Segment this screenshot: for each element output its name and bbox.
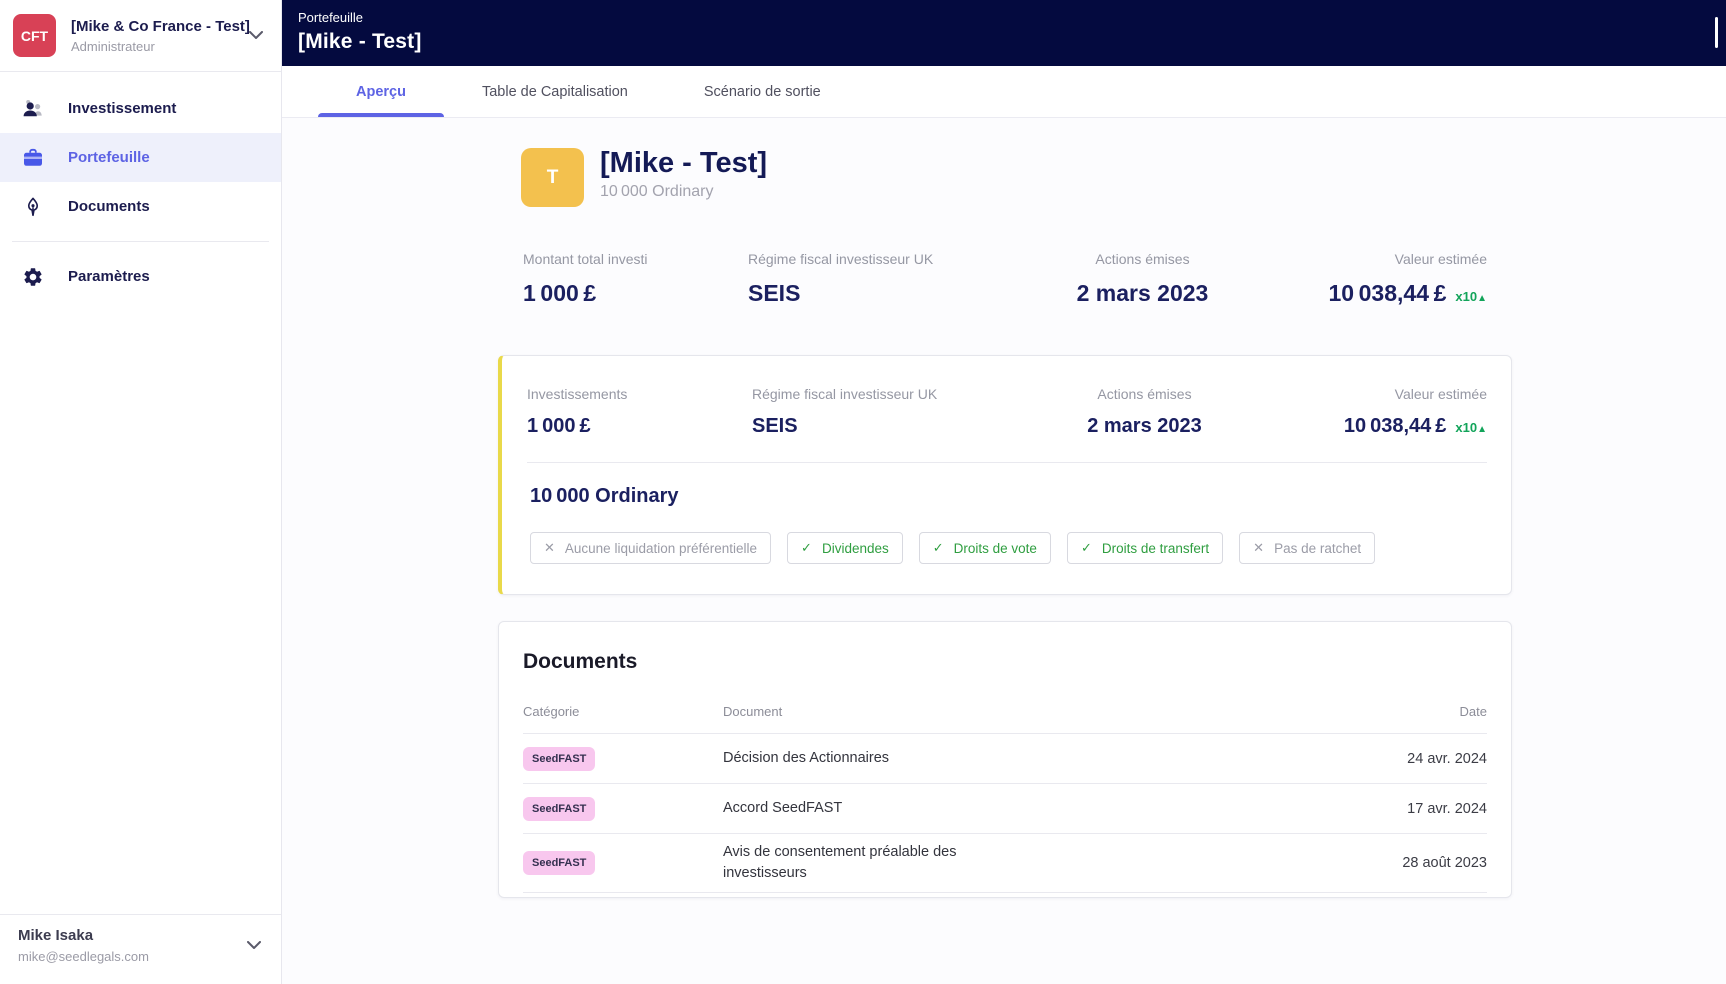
divider [12, 241, 269, 242]
stat-regime-fiscal: Régime fiscal investisseur UK SEIS [748, 251, 934, 306]
briefcase-icon [21, 146, 45, 170]
stat-valeur-estimee: Valeur estimée 10 038,44 £ x10▲ [1328, 251, 1487, 306]
divider [527, 462, 1487, 463]
sidebar-item-label: Investissement [68, 100, 177, 117]
chevron-down-icon[interactable] [245, 27, 267, 44]
overview-stats: Montant total investi 1 000 £ Régime fis… [498, 251, 1512, 307]
tag-label: Aucune liquidation préférentielle [564, 540, 758, 556]
check-icon: ✓ [932, 540, 944, 555]
stat-value: 10 038,44 £ [1343, 415, 1447, 437]
company-logo: CFT [13, 14, 56, 57]
gear-icon [21, 266, 45, 288]
tag-droits-de-vote: ✓ Droits de vote [918, 532, 1051, 564]
company-meta: [Mike & Co France - Test] Administrateur [71, 17, 250, 54]
tag-droits-de-transfert: ✓ Droits de transfert [1066, 532, 1224, 564]
table-row[interactable]: SeedFAST Accord SeedFAST 17 avr. 2024 [523, 784, 1487, 834]
avatar: T [521, 148, 584, 207]
tag-aucune-liquidation-preferentielle: ✕ Aucune liquidation préférentielle [530, 532, 772, 564]
cross-icon: ✕ [544, 540, 555, 555]
content: T [Mike - Test] 10 000 Ordinary Montant … [282, 118, 1726, 984]
category-badge: SeedFAST [523, 746, 596, 771]
share-class-card: Investissements 1 000 £ Régime fiscal in… [498, 355, 1512, 595]
tab-bar: Aperçu Table de Capitalisation Scénario … [282, 66, 1726, 118]
stat-actions-emises: Actions émises 2 mars 2023 [1087, 386, 1202, 437]
documents-card: Documents Catégorie Document Date SeedFA… [498, 621, 1512, 899]
share-class-title: 10 000 Ordinary [530, 485, 679, 507]
column-header-categorie: Catégorie [523, 704, 580, 719]
tab-table-de-capitalisation[interactable]: Table de Capitalisation [444, 66, 666, 117]
stat-investissements: Investissements 1 000 £ [527, 386, 628, 437]
share-card-stats: Investissements 1 000 £ Régime fiscal in… [527, 386, 1487, 438]
sidebar-nav: Investissement Portefeuille Documents Pa… [0, 72, 281, 301]
cross-icon: ✕ [1253, 540, 1265, 555]
sidebar-item-documents[interactable]: Documents [0, 182, 281, 231]
multiple-badge: x10▲ [1455, 420, 1487, 435]
documents-table-header: Catégorie Document Date [523, 704, 1487, 734]
app-root: CFT [Mike & Co France - Test] Administra… [0, 0, 1726, 984]
share-rights-tags: ✕ Aucune liquidation préférentielle ✓ Di… [530, 532, 1487, 564]
up-arrow-icon: ▲ [1477, 293, 1487, 304]
main-area: Portefeuille [Mike - Test] Aperçu Table … [282, 0, 1726, 984]
sidebar-item-parametres[interactable]: Paramètres [0, 252, 281, 301]
tab-scenario-de-sortie[interactable]: Scénario de sortie [666, 66, 859, 117]
tab-apercu[interactable]: Aperçu [318, 66, 444, 117]
column-header-document: Document [723, 704, 783, 719]
company-name: [Mike & Co France - Test] [71, 17, 250, 35]
check-icon: ✓ [1080, 540, 1092, 555]
multiple-badge: x10▲ [1455, 289, 1487, 304]
tag-label: Droits de vote [953, 540, 1037, 556]
category-badge: SeedFAST [523, 851, 596, 876]
tag-label: Droits de transfert [1101, 540, 1210, 556]
user-email: mike@seedlegals.com [18, 949, 149, 964]
stat-regime-fiscal: Régime fiscal investisseur UK SEIS [752, 386, 938, 437]
stat-montant-total-investi: Montant total investi 1 000 £ [523, 251, 648, 306]
breadcrumb: Portefeuille [298, 10, 364, 25]
tag-dividendes: ✓ Dividendes [787, 532, 903, 564]
table-row[interactable]: SeedFAST Avis de consentement préalable … [523, 834, 1487, 894]
document-name: Avis de consentement préalable des inves… [723, 844, 957, 882]
pen-nib-icon [21, 195, 45, 219]
stat-valeur-estimee: Valeur estimée 10 038,44 £ x10▲ [1343, 386, 1487, 437]
documents-title: Documents [523, 650, 638, 673]
tag-label: Dividendes [821, 540, 889, 556]
sidebar-item-label: Portefeuille [68, 149, 150, 166]
table-row[interactable]: SeedFAST Décision des Actionnaires 24 av… [523, 734, 1487, 784]
tag-pas-de-ratchet: ✕ Pas de ratchet [1239, 532, 1376, 564]
company-role: Administrateur [71, 38, 155, 54]
entity-header: T [Mike - Test] 10 000 Ordinary [521, 147, 1512, 207]
document-date: 28 août 2023 [1402, 855, 1487, 872]
company-selector[interactable]: CFT [Mike & Co France - Test] Administra… [0, 0, 281, 71]
user-menu[interactable]: Mike Isaka mike@seedlegals.com [0, 914, 281, 984]
people-icon [21, 97, 45, 121]
entity-subtitle: 10 000 Ordinary [600, 182, 714, 200]
scrollbar-thumb[interactable] [1715, 17, 1718, 48]
tag-label: Pas de ratchet [1274, 540, 1362, 556]
sidebar-item-investissement[interactable]: Investissement [0, 84, 281, 133]
sidebar-item-label: Documents [68, 198, 150, 215]
entity-title: [Mike - Test] [600, 147, 768, 179]
chevron-down-icon[interactable] [243, 937, 265, 954]
stat-value: 10 038,44 £ [1328, 280, 1447, 306]
column-header-date: Date [1459, 704, 1487, 719]
up-arrow-icon: ▲ [1477, 424, 1487, 435]
page-title: [Mike - Test] [298, 30, 422, 53]
document-date: 24 avr. 2024 [1407, 750, 1487, 767]
user-meta: Mike Isaka mike@seedlegals.com [18, 927, 149, 964]
category-badge: SeedFAST [523, 796, 596, 821]
sidebar-item-label: Paramètres [68, 268, 150, 285]
check-icon: ✓ [801, 540, 812, 555]
document-name: Décision des Actionnaires [723, 749, 890, 766]
stat-actions-emises: Actions émises 2 mars 2023 [1076, 251, 1209, 306]
document-date: 17 avr. 2024 [1407, 800, 1487, 817]
sidebar: CFT [Mike & Co France - Test] Administra… [0, 0, 282, 984]
entity-titles: [Mike - Test] 10 000 Ordinary [600, 147, 768, 201]
page-header: Portefeuille [Mike - Test] [282, 0, 1726, 66]
sidebar-item-portefeuille[interactable]: Portefeuille [0, 133, 281, 182]
document-name: Accord SeedFAST [723, 799, 843, 816]
user-name: Mike Isaka [18, 927, 94, 944]
